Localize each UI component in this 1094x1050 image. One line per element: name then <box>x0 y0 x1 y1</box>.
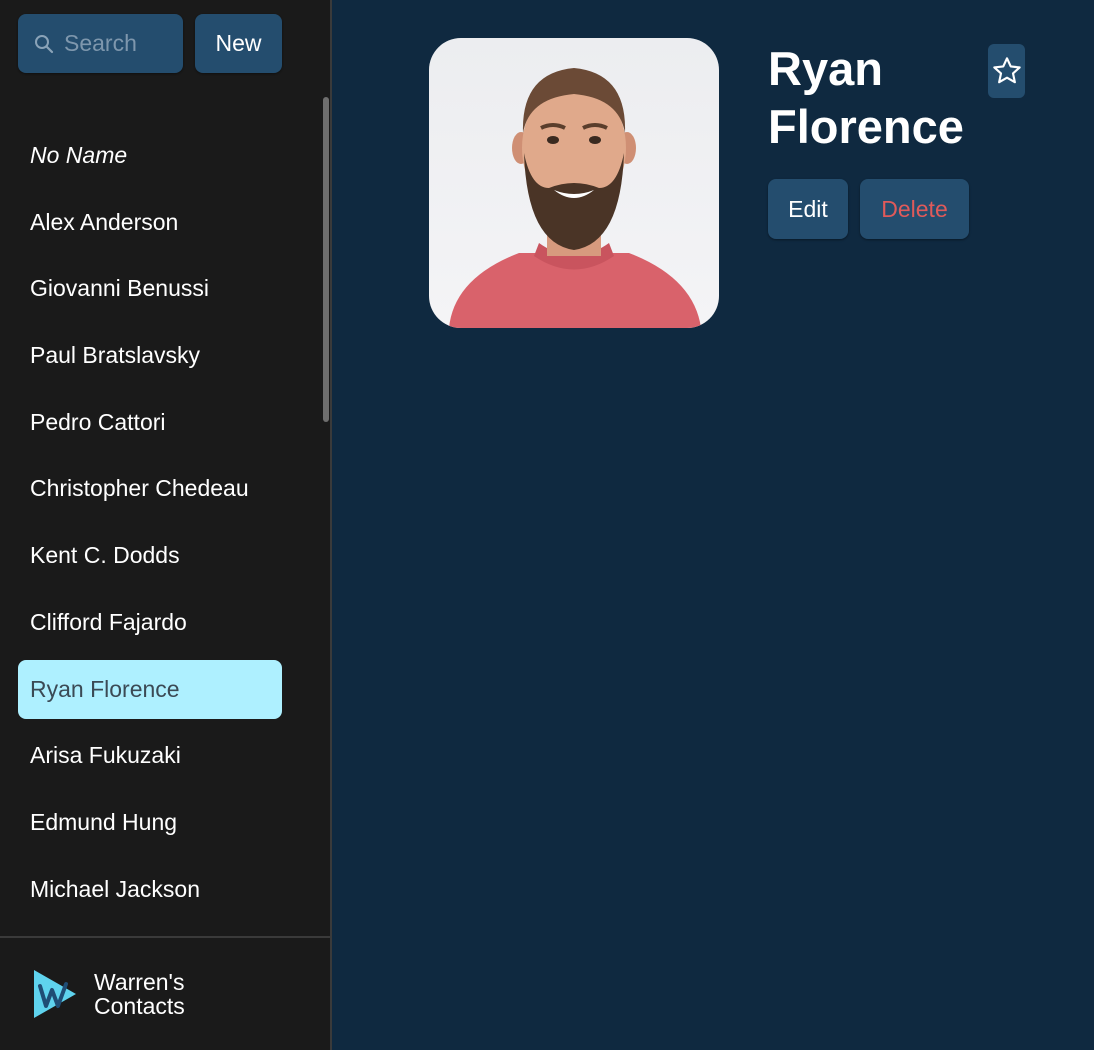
contact-item-christopher-chedeau[interactable]: Christopher Chedeau <box>18 459 282 518</box>
search-box[interactable] <box>18 14 183 73</box>
contact-item-no-name[interactable]: No Name <box>18 126 282 185</box>
app-title-line2: Contacts <box>94 993 185 1019</box>
app-root: New No Name Alex Anderson Giovanni Benus… <box>0 0 1094 1050</box>
app-title: Warren's Contacts <box>94 970 185 1018</box>
new-contact-button[interactable]: New <box>195 14 282 73</box>
contact-item-giovanni-benussi[interactable]: Giovanni Benussi <box>18 259 282 318</box>
edit-button[interactable]: Edit <box>768 179 848 239</box>
sidebar: New No Name Alex Anderson Giovanni Benus… <box>0 0 332 1050</box>
search-row: New <box>0 0 330 98</box>
sidebar-scrollbar[interactable] <box>323 97 329 422</box>
contact-item-arisa-fukuzaki[interactable]: Arisa Fukuzaki <box>18 726 282 785</box>
app-title-line1: Warren's <box>94 969 185 995</box>
contact-item-alex-anderson[interactable]: Alex Anderson <box>18 193 282 252</box>
contact-item-kent-c-dodds[interactable]: Kent C. Dodds <box>18 526 282 585</box>
warren-logo-icon <box>34 970 76 1018</box>
avatar-illustration <box>449 68 701 328</box>
contact-item-paul-bratslavsky[interactable]: Paul Bratslavsky <box>18 326 282 385</box>
search-input[interactable] <box>64 30 174 57</box>
contact-item-ryan-florence[interactable]: Ryan Florence <box>18 659 282 719</box>
contact-list: No Name Alex Anderson Giovanni Benussi P… <box>0 98 330 936</box>
contact-actions: Edit Delete <box>768 179 969 239</box>
contact-avatar <box>429 38 719 328</box>
contact-item-pedro-cattori[interactable]: Pedro Cattori <box>18 393 282 452</box>
sidebar-footer: Warren's Contacts <box>0 936 330 1050</box>
contact-item-clifford-fajardo[interactable]: Clifford Fajardo <box>18 593 282 652</box>
contact-item-michael-jackson[interactable]: Michael Jackson <box>18 860 282 919</box>
star-outline-icon <box>992 57 1021 84</box>
contact-name: Ryan Florence <box>768 42 964 153</box>
contact-detail: Ryan Florence Edit Delete <box>332 0 1094 1050</box>
favorite-button[interactable] <box>988 44 1025 98</box>
contact-item-edmund-hung[interactable]: Edmund Hung <box>18 793 282 852</box>
search-icon <box>35 34 54 53</box>
delete-button[interactable]: Delete <box>860 179 969 239</box>
